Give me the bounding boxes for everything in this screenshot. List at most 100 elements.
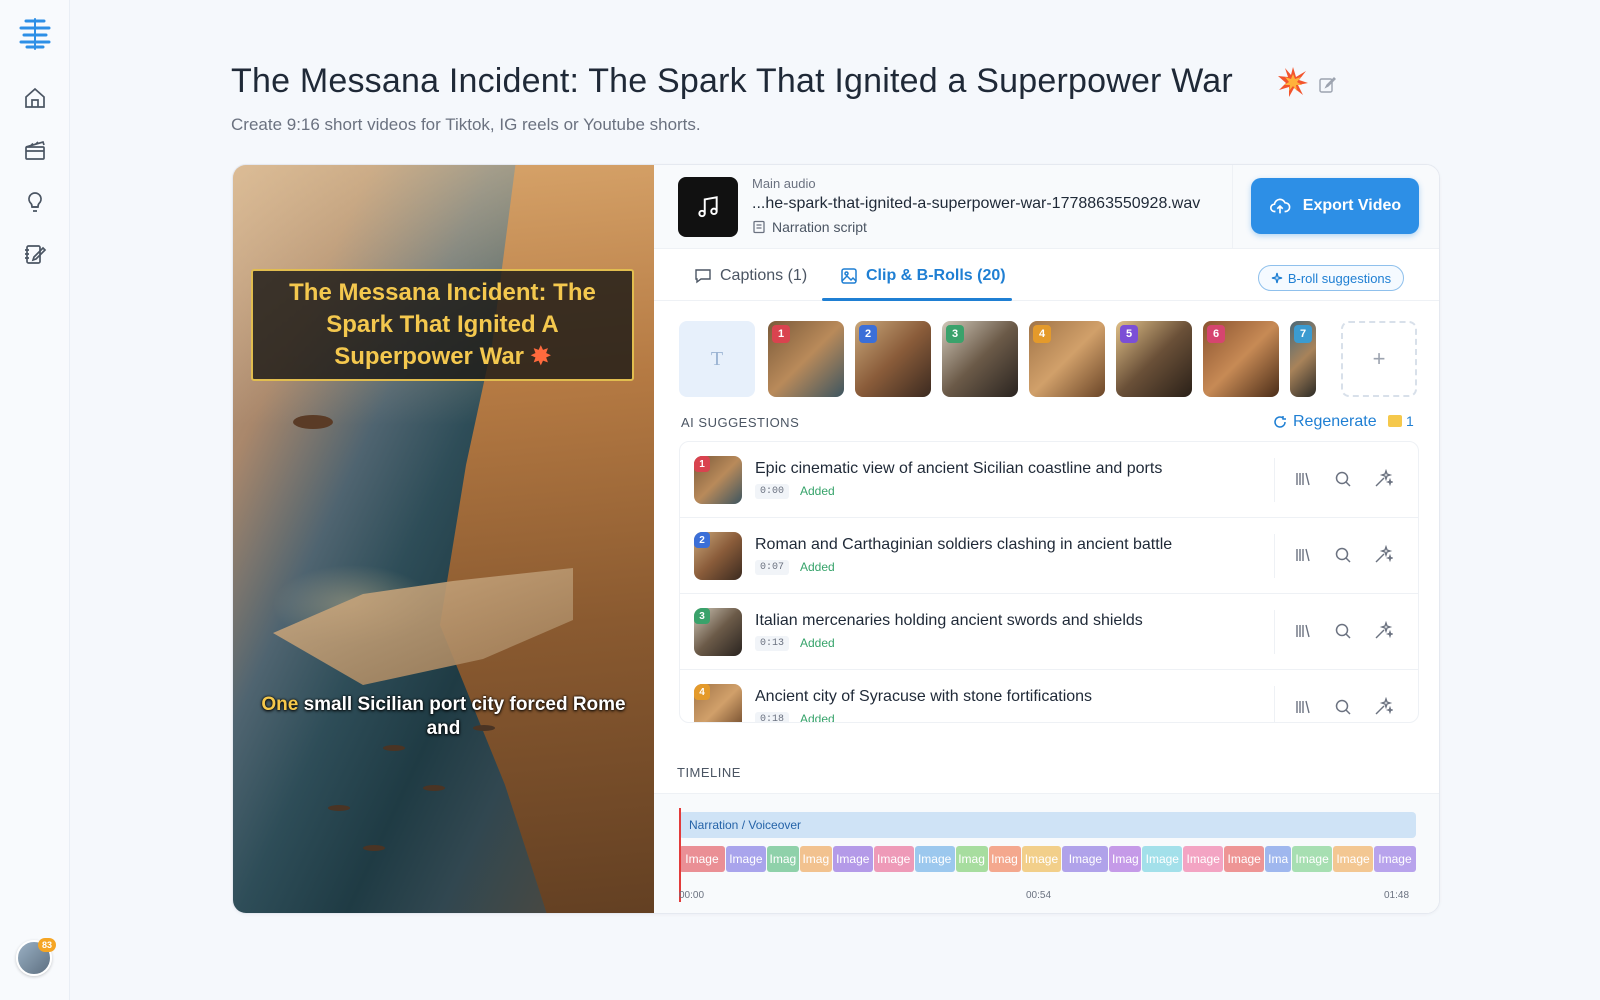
active-tab-underline bbox=[822, 298, 1012, 301]
sidebar: 83 bbox=[0, 0, 70, 1000]
suggestion-timestamp: 0:00 bbox=[755, 484, 790, 499]
suggestion-row[interactable]: 1 Epic cinematic view of ancient Sicilian… bbox=[680, 442, 1418, 518]
tab-clip-brolls-label: Clip & B-Rolls (20) bbox=[866, 267, 1006, 284]
ai-suggestions-heading: AI SUGGESTIONS bbox=[681, 415, 800, 430]
preview-boat bbox=[423, 785, 445, 791]
broll-thumbnail[interactable]: 2 bbox=[855, 321, 931, 397]
suggestion-number-badge: 1 bbox=[694, 456, 710, 472]
caption-text: small Sicilian port city forced Rome and bbox=[303, 694, 626, 739]
thumbnail-number-badge: 4 bbox=[1033, 325, 1051, 343]
timeline-image-clip[interactable]: Imag bbox=[799, 846, 832, 872]
library-icon[interactable] bbox=[1293, 545, 1313, 565]
timeline-image-clip[interactable]: Image bbox=[914, 846, 955, 872]
thumbnail-number-badge: 6 bbox=[1207, 325, 1225, 343]
timeline-tick-start: 00:00 bbox=[679, 890, 705, 901]
playhead[interactable] bbox=[679, 808, 681, 902]
broll-suggestions-label: B-roll suggestions bbox=[1287, 270, 1392, 286]
broll-thumbnail[interactable]: 5 bbox=[1116, 321, 1192, 397]
credit-cost-value: 1 bbox=[1406, 413, 1414, 429]
timeline-tick-mid: 00:54 bbox=[1026, 890, 1052, 901]
suggestion-thumbnail[interactable]: 2 bbox=[694, 532, 742, 580]
audio-filename: ...he-spark-that-ignited-a-superpower-wa… bbox=[752, 195, 1201, 212]
timeline-image-clip[interactable]: Imag bbox=[1109, 846, 1142, 872]
text-clip-tile[interactable]: T bbox=[679, 321, 755, 397]
page-title: The Messana Incident: The Spark That Ign… bbox=[231, 62, 1233, 100]
suggestion-thumbnail[interactable]: 1 bbox=[694, 456, 742, 504]
cloud-upload-icon bbox=[1269, 198, 1291, 214]
library-icon[interactable] bbox=[1293, 469, 1313, 489]
timeline-image-clip[interactable]: Imag bbox=[955, 846, 988, 872]
thumbnail-number-badge: 5 bbox=[1120, 325, 1138, 343]
timeline-image-clip[interactable]: Image bbox=[1183, 846, 1224, 872]
suggestion-row[interactable]: 4 Ancient city of Syracuse with stone for… bbox=[680, 670, 1418, 722]
preview-boat bbox=[363, 845, 385, 851]
magic-wand-icon[interactable] bbox=[1373, 620, 1395, 641]
collision-emoji-icon bbox=[1278, 67, 1308, 97]
suggestion-row[interactable]: 3 Italian mercenaries holding ancient swo… bbox=[680, 594, 1418, 670]
broll-thumbnail[interactable]: 7 bbox=[1290, 321, 1316, 397]
timeline-image-clip[interactable]: Imag bbox=[988, 846, 1021, 872]
regenerate-button[interactable]: Regenerate bbox=[1273, 413, 1377, 431]
suggestion-status: Added bbox=[800, 484, 835, 498]
app-logo[interactable] bbox=[18, 16, 52, 50]
search-icon[interactable] bbox=[1333, 469, 1353, 489]
lightbulb-icon[interactable] bbox=[23, 190, 47, 214]
timeline-image-clip[interactable]: Imag bbox=[766, 846, 799, 872]
sparkle-icon bbox=[1271, 272, 1282, 284]
timeline-image-clip[interactable]: Image bbox=[1292, 846, 1333, 872]
library-icon[interactable] bbox=[1293, 621, 1313, 641]
search-icon[interactable] bbox=[1333, 621, 1353, 641]
broll-thumbnail[interactable]: 1 bbox=[768, 321, 844, 397]
suggestion-divider bbox=[1274, 686, 1275, 722]
narration-script-label: Narration script bbox=[772, 219, 867, 235]
suggestion-number-badge: 4 bbox=[694, 684, 710, 700]
timeline-image-clip[interactable]: Image bbox=[832, 846, 873, 872]
suggestion-thumbnail[interactable]: 3 bbox=[694, 608, 742, 656]
search-icon[interactable] bbox=[1333, 545, 1353, 565]
timeline-image-clip[interactable]: Ima bbox=[1265, 846, 1292, 872]
magic-wand-icon[interactable] bbox=[1373, 696, 1395, 717]
timeline-image-clip[interactable]: Image bbox=[725, 846, 766, 872]
tab-clip-brolls[interactable]: Clip & B-Rolls (20) bbox=[840, 267, 1006, 285]
preview-boat bbox=[383, 745, 405, 751]
broll-thumbnail[interactable]: 3 bbox=[942, 321, 1018, 397]
search-icon[interactable] bbox=[1333, 697, 1353, 717]
timeline-image-clip[interactable]: Image bbox=[1373, 846, 1416, 872]
export-video-button[interactable]: Export Video bbox=[1251, 178, 1419, 234]
credits-icon bbox=[1388, 415, 1402, 427]
narration-script-link[interactable]: Narration script bbox=[752, 219, 867, 235]
add-clip-button[interactable]: + bbox=[1341, 321, 1417, 397]
broll-thumbnail[interactable]: 4 bbox=[1029, 321, 1105, 397]
script-icon bbox=[753, 220, 765, 234]
timeline-image-clip[interactable]: Image bbox=[1142, 846, 1183, 872]
home-icon[interactable] bbox=[23, 86, 47, 110]
suggestion-thumbnail[interactable]: 4 bbox=[694, 684, 742, 722]
timeline-image-clip[interactable]: Image bbox=[873, 846, 914, 872]
clapperboard-icon[interactable] bbox=[23, 138, 47, 162]
editor-tabs: Captions (1) Clip & B-Rolls (20) B-roll … bbox=[654, 249, 1439, 301]
suggestion-title: Ancient city of Syracuse with stone fort… bbox=[755, 688, 1093, 705]
image-track[interactable]: Image Image Imag Imag Image Image Image Imag Ima… bbox=[679, 846, 1416, 872]
timeline-image-clip[interactable]: Image bbox=[1062, 846, 1109, 872]
broll-suggestions-button[interactable]: B-roll suggestions bbox=[1258, 265, 1404, 291]
audio-label: Main audio bbox=[752, 176, 816, 191]
timeline-image-clip[interactable]: Image bbox=[1333, 846, 1373, 872]
magic-wand-icon[interactable] bbox=[1373, 544, 1395, 565]
timeline-image-clip[interactable]: Image bbox=[1021, 846, 1062, 872]
magic-wand-icon[interactable] bbox=[1373, 468, 1395, 489]
notebook-edit-icon[interactable] bbox=[23, 242, 47, 266]
broll-thumbnail[interactable]: 6 bbox=[1203, 321, 1279, 397]
timeline-image-clip[interactable]: Image bbox=[1224, 846, 1265, 872]
edit-title-icon[interactable] bbox=[1318, 76, 1336, 94]
video-preview[interactable]: The Messana Incident: The Spark That Ign… bbox=[233, 165, 654, 913]
refresh-icon bbox=[1274, 416, 1286, 428]
timeline-image-clip[interactable]: Image bbox=[679, 846, 725, 872]
tab-captions[interactable]: Captions (1) bbox=[694, 267, 807, 285]
music-tile[interactable] bbox=[678, 177, 738, 237]
preview-boat bbox=[328, 805, 350, 811]
library-icon[interactable] bbox=[1293, 697, 1313, 717]
timeline[interactable]: Narration / Voiceover Image Image Imag Imag… bbox=[654, 793, 1439, 913]
narration-track[interactable]: Narration / Voiceover bbox=[679, 812, 1416, 838]
suggestion-row[interactable]: 2 Roman and Carthaginian soldiers clashin… bbox=[680, 518, 1418, 594]
broll-thumbnails: T + 1 2 3 4 5 6 7 bbox=[679, 321, 1419, 397]
